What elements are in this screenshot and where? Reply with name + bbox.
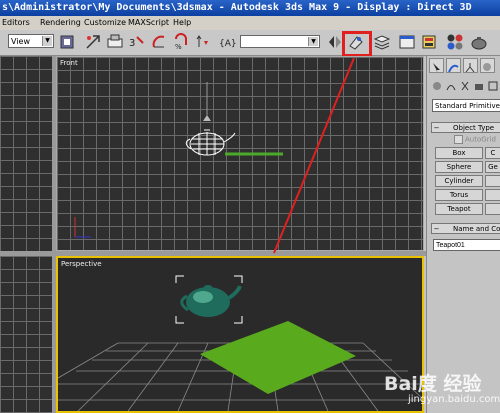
command-panel: Standard Primitives − Object Type AutoGri… [426,56,500,413]
tube-button[interactable] [485,175,500,187]
layer-manager-button[interactable] [373,33,391,51]
percent-snap-button[interactable]: % [172,33,190,51]
teapot-render-icon [471,37,487,50]
geometry-category-button[interactable] [431,78,443,92]
svg-text:3: 3 [129,38,135,49]
menu-customize[interactable]: Customize [84,16,126,30]
torus-button[interactable]: Torus [435,189,483,201]
command-panel-tabs [429,58,500,74]
title-bar: s\Administrator\My Documents\3dsmax - Au… [0,0,500,16]
menu-editors[interactable]: Editors [2,16,30,30]
curve-editor-icon [399,35,415,49]
front-scene [74,82,283,238]
viewport-bottom-left[interactable] [0,256,52,413]
modify-icon [448,64,459,73]
create-category-icons [429,78,500,94]
viewport-top-left[interactable] [0,56,52,251]
box-button[interactable]: Box [435,147,483,159]
viewport-front[interactable]: Front [56,56,424,251]
reference-coord-value: View [11,37,30,46]
pyramid-button[interactable] [485,189,500,201]
curve-editor-button[interactable] [398,33,416,51]
svg-text:%: % [175,43,182,51]
keyboard-icon [107,34,123,48]
hierarchy-icon [465,63,475,73]
cone-button[interactable]: C [485,147,500,159]
pivot-center-button[interactable] [58,33,76,51]
autogrid-label: AutoGrid [465,135,496,144]
teapot-button[interactable]: Teapot [435,203,483,215]
watermark-main: Bai度 经验 [384,373,482,395]
object-type-rollout[interactable]: − Object Type [431,122,500,133]
menu-maxscript[interactable]: MAXScript [128,16,169,30]
teapot-wireframe [185,129,236,156]
geosphere-button[interactable]: Ge [485,161,500,173]
modify-tab[interactable] [446,58,461,73]
main-toolbar: View ▼ 3 % {A} ▼ [0,30,500,56]
motion-icon [483,63,491,71]
cylinder-button[interactable]: Cylinder [435,175,483,187]
angle-snap-icon [152,35,165,48]
create-tab[interactable] [429,58,444,73]
light-icon [461,81,469,91]
material-spheres-icon [447,34,463,50]
motion-tab[interactable] [480,58,495,73]
shape-curve-icon [446,85,456,91]
reference-coord-dropdown[interactable]: View ▼ [8,34,54,48]
lights-category-button[interactable] [459,78,471,92]
teapot-solid [180,285,242,317]
hierarchy-tab[interactable] [463,58,478,73]
named-selection-dropdown[interactable]: ▼ [240,35,320,48]
plane-button[interactable] [485,203,500,215]
manipulate-icon [86,35,100,49]
spinner-snap-icon [196,35,208,47]
material-editor-button[interactable] [446,33,464,51]
tool-highlight-box [342,31,372,57]
chevron-down-icon: ▼ [308,37,318,46]
viewport-perspective[interactable]: Perspective [56,256,424,413]
pivot-center-icon [60,35,74,49]
sphere-button[interactable]: Sphere [435,161,483,173]
render-setup-button[interactable] [470,33,488,51]
primitive-category-dropdown[interactable]: Standard Primitives [432,99,500,112]
schematic-view-button[interactable] [420,33,438,51]
angle-snap-button[interactable] [150,33,168,51]
menu-rendering[interactable]: Rendering [40,16,81,30]
object-name-field[interactable] [433,239,500,251]
baidu-watermark: Bai度 经验 jingyan.baidu.com [384,369,500,411]
window-title: s\Administrator\My Documents\3dsmax - Au… [2,2,472,13]
menu-bar: Editors Rendering Customize MAXScript He… [0,16,500,31]
svg-text:{A}: {A} [219,39,236,49]
shapes-category-button[interactable] [445,78,457,92]
select-manipulate-button[interactable] [84,33,102,51]
perspective-scene [58,275,422,411]
snap-magnet-icon: 3 [129,36,144,49]
checkbox-icon [454,135,463,144]
keyboard-shortcut-button[interactable] [106,33,124,51]
watermark-sub: jingyan.baidu.com [408,394,500,405]
cameras-category-button[interactable] [473,78,485,92]
green-plane [200,321,356,394]
snap-toggle-button[interactable]: 3 [128,33,146,51]
helpers-category-button[interactable] [487,78,499,92]
schematic-icon [422,35,436,49]
name-and-color-rollout[interactable]: −Name and Color [431,223,500,234]
chevron-down-icon: ▼ [42,36,52,46]
named-selection-icon: {A} [219,39,236,49]
helper-icon [488,81,498,91]
camera-icon [475,84,483,90]
create-pointer-icon [433,63,440,73]
collapse-icon: − [433,225,440,233]
percent-snap-icon: % [175,33,187,51]
autogrid-checkbox[interactable]: AutoGrid [454,135,496,144]
layers-icon [373,35,391,50]
collapse-icon: − [433,124,440,132]
menu-help[interactable]: Help [173,16,191,30]
sphere-icon [433,82,441,90]
spinner-snap-button[interactable] [194,33,212,51]
edit-named-selection-button[interactable]: {A} [218,33,236,51]
